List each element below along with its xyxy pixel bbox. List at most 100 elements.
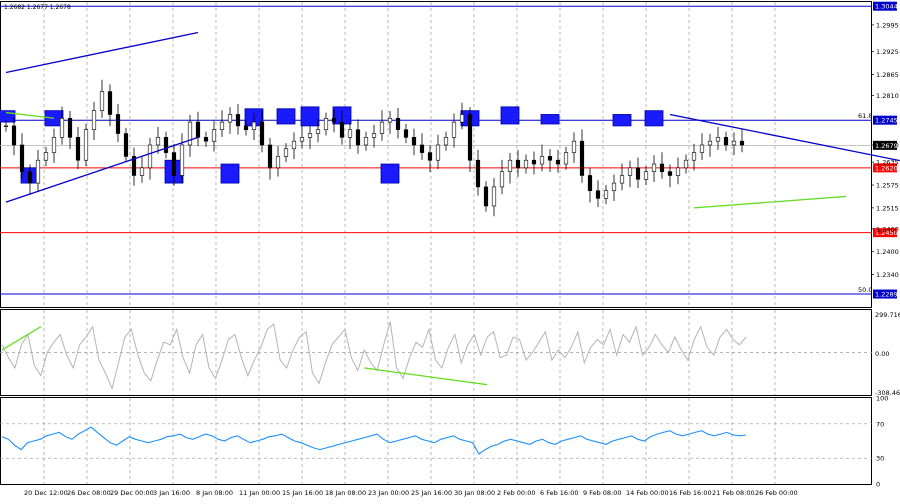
- time-tick-label: 8 Jan 08:00: [196, 489, 233, 497]
- time-tick-label: 6 Feb 16:00: [540, 489, 579, 497]
- price-tick-label: 1.2635: [876, 159, 899, 167]
- candle-body: [443, 137, 449, 146]
- candle-body: [555, 159, 561, 165]
- time-tick-label: 26 Feb 00:00: [755, 489, 798, 497]
- candle-body: [35, 159, 41, 184]
- rsi-axis: 100 70 30 0: [876, 395, 888, 489]
- rsi-tick-label: 70: [876, 420, 884, 428]
- chart-window: 61.8 50.0 1.3044 1.2745 1.2620 1.2450 1.2289 1…: [0, 0, 900, 500]
- candle-body: [475, 159, 481, 188]
- candle-body: [523, 159, 529, 169]
- candle-body: [243, 125, 249, 131]
- candle-body: [675, 167, 681, 176]
- time-tick-label: 15 Jan 16:00: [282, 489, 323, 497]
- sr-zone-box: [500, 106, 520, 125]
- candle-body: [739, 140, 745, 146]
- candle-body: [651, 163, 657, 172]
- candle-body: [731, 140, 737, 146]
- cci-axis: 299.7167 0.00 -308.465: [875, 311, 900, 397]
- candle-body: [99, 91, 105, 111]
- candle-body: [619, 175, 625, 184]
- candle-body: [683, 159, 689, 169]
- price-tick-label: 1.2515: [876, 204, 899, 212]
- time-tick-label: 16 Feb 16:00: [669, 489, 712, 497]
- price-tick-label: 1.2865: [876, 71, 899, 79]
- candle-body: [723, 137, 729, 146]
- time-tick-label: 25 Jan 16:00: [411, 489, 452, 497]
- candle-body: [531, 159, 537, 165]
- candle-body: [387, 117, 393, 123]
- fib-level-tag: 50.0: [858, 286, 872, 294]
- time-tick-label: 20 Dec 12:00: [24, 489, 68, 497]
- price-tick-label: 1.2995: [876, 21, 899, 29]
- price-grid: [43, 2, 776, 307]
- rsi-tick-label: 100: [876, 395, 888, 403]
- candle-body: [587, 175, 593, 192]
- level-price-label: 1.2745: [875, 117, 898, 125]
- candle-body: [251, 121, 257, 131]
- level-price-label: 1.3044: [875, 3, 898, 11]
- candle-body: [43, 152, 49, 161]
- fib-level-tag: 61.8: [858, 112, 872, 120]
- candle-body: [379, 121, 385, 134]
- candle-body: [283, 148, 289, 157]
- candle-body: [147, 144, 153, 169]
- sr-zone-box: [380, 163, 400, 184]
- candle-body: [451, 121, 457, 138]
- sr-zone-box: [220, 163, 240, 184]
- candle-body: [691, 152, 697, 161]
- price-tick-label: 1.2925: [876, 48, 899, 56]
- candle-body: [51, 137, 57, 153]
- candle-body: [155, 137, 161, 146]
- candle-body: [459, 114, 465, 123]
- time-tick-label: 9 Feb 08:00: [583, 489, 622, 497]
- candle-body: [395, 117, 401, 131]
- rsi-series-line: [1, 426, 747, 455]
- time-tick-label: 11 Jan 00:00: [239, 489, 280, 497]
- cci-line: [1, 321, 747, 391]
- cci-series-line: [1, 321, 747, 391]
- candle-body: [603, 190, 609, 199]
- candle-body: [235, 114, 241, 127]
- candle-body: [715, 137, 721, 142]
- candle-body: [595, 190, 601, 199]
- candle-body: [435, 144, 441, 161]
- time-tick-label: 14 Feb 00:00: [626, 489, 669, 497]
- price-tick-label: 1.2400: [876, 248, 899, 256]
- candle-body: [299, 137, 305, 142]
- candle-body: [371, 133, 377, 138]
- candle-body: [259, 121, 265, 146]
- candle-body: [171, 152, 177, 176]
- time-tick-label: 3 Jan 16:00: [153, 489, 190, 497]
- candle-body: [195, 121, 201, 138]
- candle-body: [515, 159, 521, 169]
- candle-body: [403, 129, 409, 138]
- candle-body: [203, 137, 209, 142]
- candle-body: [355, 129, 361, 146]
- time-tick-label: 29 Dec 00:00: [110, 489, 154, 497]
- price-candles: [3, 79, 745, 217]
- candle-body: [67, 117, 73, 138]
- candle-body: [227, 114, 233, 123]
- candle-body: [419, 144, 425, 153]
- candle-body: [267, 144, 273, 169]
- candle-body: [27, 171, 33, 184]
- trendline: [669, 113, 900, 162]
- current-price-label: 1.2679: [875, 142, 898, 150]
- candle-body: [643, 171, 649, 180]
- candle-body: [83, 129, 89, 161]
- candle-body: [611, 182, 617, 192]
- time-tick-label: 30 Jan 08:00: [454, 489, 495, 497]
- candle-body: [491, 186, 497, 207]
- price-axis: 1.30441.27451.26201.24501.22891.29951.29…: [871, 1, 899, 299]
- sr-zone-box: [612, 114, 632, 127]
- rsi-line: [1, 426, 747, 455]
- candle-body: [563, 152, 569, 165]
- time-tick-label: 2 Feb 00:00: [497, 489, 536, 497]
- cci-grid: [0, 310, 872, 395]
- sr-zone-markers: [0, 106, 664, 184]
- rsi-tick-label: 0: [876, 481, 880, 489]
- cci-zero-label: 0.00: [875, 350, 889, 358]
- candle-body: [635, 167, 641, 180]
- candle-body: [347, 129, 353, 138]
